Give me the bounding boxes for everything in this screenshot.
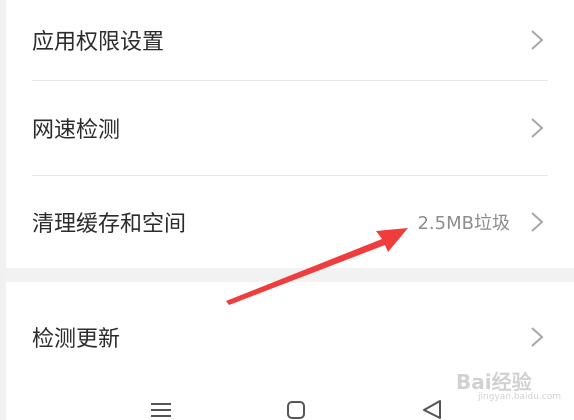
watermark-url: jingyan.baidu.com — [478, 392, 562, 402]
setting-row-label: 网速检测 — [32, 118, 121, 143]
section-separator — [6, 268, 574, 282]
setting-row-label: 检测更新 — [32, 327, 121, 352]
setting-row-network-speed-test[interactable]: 网速检测 — [6, 81, 574, 175]
baidu-jingyan-watermark: Bai经验 jingyan.baidu.com — [456, 366, 562, 406]
setting-row-label: 清理缓存和空间 — [32, 212, 187, 237]
setting-row-clear-cache[interactable]: 清理缓存和空间 2.5MB垃圾 — [6, 176, 574, 268]
settings-screen: 应用权限设置 网速检测 清理缓存和空间 2.5MB垃圾 检测更新 Bai经验 j… — [0, 0, 574, 420]
cache-size-value: 2.5MB垃圾 — [417, 213, 510, 234]
back-icon[interactable] — [420, 398, 444, 420]
chevron-right-icon — [531, 30, 544, 50]
menu-icon[interactable] — [149, 398, 173, 420]
chevron-right-icon — [531, 327, 544, 347]
home-icon[interactable] — [284, 398, 308, 420]
chevron-right-icon — [531, 118, 544, 138]
setting-row-app-permissions[interactable]: 应用权限设置 — [6, 0, 574, 80]
chevron-right-icon — [531, 212, 544, 232]
setting-row-label: 应用权限设置 — [32, 30, 165, 55]
watermark-brand: Bai经验 — [456, 370, 532, 394]
